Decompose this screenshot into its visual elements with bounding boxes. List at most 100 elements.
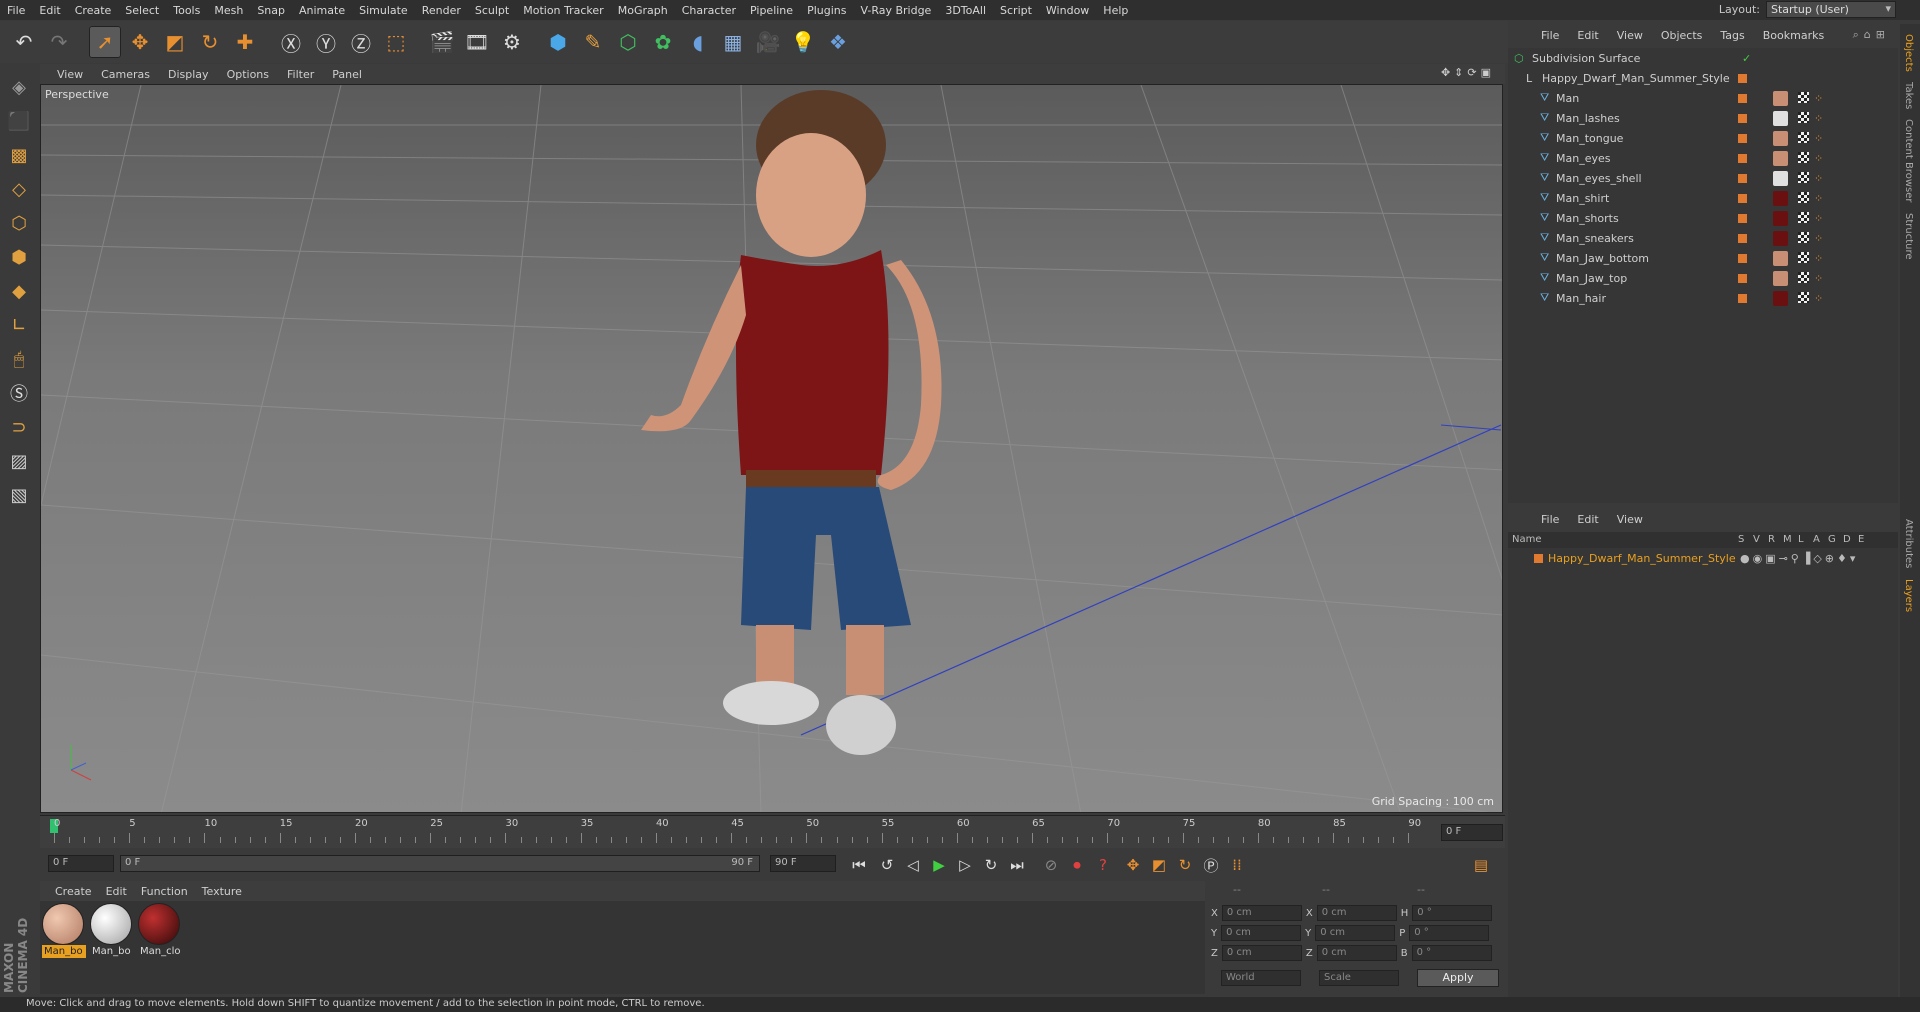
search-icon[interactable]: ⌕⌂⊞	[1853, 28, 1890, 42]
material-tag-icon[interactable]	[1773, 250, 1788, 266]
selection-tag-icon[interactable]: ⁘	[1814, 92, 1823, 105]
material-item[interactable]: Man_clo	[138, 903, 182, 963]
viewport-perspective[interactable]: Perspective Grid Spacing : 100 cm	[40, 84, 1503, 813]
rotation-p-field[interactable]: 0 °	[1409, 925, 1490, 941]
tab-attributes[interactable]: Attributes	[1903, 519, 1914, 568]
layout-dropdown[interactable]: Startup (User)	[1766, 1, 1896, 18]
material-tag-icon[interactable]	[1773, 290, 1788, 306]
autokey-icon[interactable]: ?	[1092, 854, 1114, 876]
timeline-icon[interactable]: ▤	[1470, 854, 1492, 876]
layer-color-icon[interactable]	[1738, 133, 1747, 143]
selection-tag-icon[interactable]: ⁘	[1814, 252, 1823, 265]
objects-menu-tags[interactable]: Tags	[1711, 29, 1753, 42]
record-icon[interactable]: ⏺	[1066, 854, 1088, 876]
goto-end-icon[interactable]: ⏭	[1006, 854, 1028, 876]
layer-color-icon[interactable]	[1738, 253, 1747, 263]
current-frame-field[interactable]: 0 F	[1441, 824, 1503, 841]
prev-frame-icon[interactable]: ◁	[902, 854, 924, 876]
undo-icon[interactable]: ↶	[8, 26, 40, 58]
selection-tag-icon[interactable]: ⁘	[1814, 152, 1823, 165]
tree-row-object[interactable]: ⛛ Man_shirt ⁘	[1508, 188, 1898, 208]
tweak-mode-icon[interactable]: 🖱	[4, 344, 34, 374]
key-point-icon[interactable]: ⁞⁞	[1226, 854, 1248, 876]
pen-icon[interactable]: ✎	[577, 26, 609, 58]
uv-tag-icon[interactable]	[1798, 92, 1809, 103]
next-frame-icon[interactable]: ▷	[954, 854, 976, 876]
menu-edit[interactable]: Edit	[32, 4, 67, 17]
material-tag-icon[interactable]	[1773, 190, 1788, 206]
menu-render[interactable]: Render	[415, 4, 468, 17]
menu-motion-tracker[interactable]: Motion Tracker	[516, 4, 610, 17]
workplane-lock-icon[interactable]: ▧	[4, 480, 34, 510]
material-tag-icon[interactable]	[1773, 230, 1788, 246]
model-mode-icon[interactable]: ⬛	[4, 106, 34, 136]
key-position-icon[interactable]: ✥	[1122, 854, 1144, 876]
layers-menu-edit[interactable]: Edit	[1568, 513, 1607, 526]
floor-icon[interactable]: ▦	[717, 26, 749, 58]
tree-row-object[interactable]: ⛛ Man_shorts ⁘	[1508, 208, 1898, 228]
objects-menu-file[interactable]: File	[1532, 29, 1568, 42]
menu-mesh[interactable]: Mesh	[207, 4, 250, 17]
size-x-field[interactable]: 0 cm	[1316, 905, 1397, 921]
layer-color-icon[interactable]	[1738, 213, 1747, 223]
menu-snap[interactable]: Snap	[250, 4, 292, 17]
position-y-field[interactable]: 0 cm	[1221, 925, 1302, 941]
tree-row-object[interactable]: ⛛ Man_tongue ⁘	[1508, 128, 1898, 148]
viewport-menu-filter[interactable]: Filter	[278, 68, 323, 81]
menu-character[interactable]: Character	[675, 4, 743, 17]
scale-tool-icon[interactable]: ◩	[159, 26, 191, 58]
menu-tools[interactable]: Tools	[166, 4, 207, 17]
selection-tag-icon[interactable]: ⁘	[1814, 232, 1823, 245]
selection-tag-icon[interactable]: ⁘	[1814, 212, 1823, 225]
layer-color-icon[interactable]	[1738, 113, 1747, 123]
end-frame-field[interactable]: 90 F	[770, 855, 836, 872]
viewport-menu-cameras[interactable]: Cameras	[92, 68, 159, 81]
goto-start-icon[interactable]: ⏮	[848, 854, 870, 876]
texture-mode-icon[interactable]: ▩	[4, 140, 34, 170]
selection-tag-icon[interactable]: ⁘	[1814, 292, 1823, 305]
start-frame-field[interactable]: 0 F	[48, 855, 114, 872]
size-y-field[interactable]: 0 cm	[1315, 925, 1396, 941]
menu-simulate[interactable]: Simulate	[352, 4, 415, 17]
layers-menu-view[interactable]: View	[1608, 513, 1652, 526]
viewport-menu-options[interactable]: Options	[218, 68, 278, 81]
size-z-field[interactable]: 0 cm	[1316, 945, 1397, 961]
objects-menu-objects[interactable]: Objects	[1652, 29, 1712, 42]
material-tag-icon[interactable]	[1773, 90, 1788, 106]
menu-mograph[interactable]: MoGraph	[611, 4, 675, 17]
tree-row-subdivision[interactable]: ⬡ Subdivision Surface ✓	[1508, 48, 1898, 68]
menu-plugins[interactable]: Plugins	[800, 4, 853, 17]
layer-color-icon[interactable]	[1738, 73, 1747, 83]
tree-row-object[interactable]: ⛛ Man_Jaw_top ⁘	[1508, 268, 1898, 288]
material-tag-icon[interactable]	[1773, 210, 1788, 226]
position-z-field[interactable]: 0 cm	[1221, 945, 1302, 961]
timeline-ruler[interactable]: 0 5 10 15 20 25 30 35 40 45 50 55 60 65 70 75 80 85 90 0 F	[40, 815, 1505, 848]
play-icon[interactable]: ▶	[928, 854, 950, 876]
menu-select[interactable]: Select	[118, 4, 166, 17]
tab-content-browser[interactable]: Content Browser	[1903, 119, 1914, 202]
viewport-menu-display[interactable]: Display	[159, 68, 218, 81]
uv-tag-icon[interactable]	[1798, 132, 1809, 143]
layer-color-icon[interactable]	[1738, 153, 1747, 163]
menu-script[interactable]: Script	[993, 4, 1039, 17]
cube-icon[interactable]: ⬢	[542, 26, 574, 58]
y-axis-icon[interactable]: Ⓨ	[310, 26, 342, 58]
menu-pipeline[interactable]: Pipeline	[743, 4, 800, 17]
uv-tag-icon[interactable]	[1798, 152, 1809, 163]
render-picture-viewer-icon[interactable]: 🎞	[461, 26, 493, 58]
tree-row-object[interactable]: ⛛ Man_eyes ⁘	[1508, 148, 1898, 168]
snap-icon[interactable]: ▨	[4, 446, 34, 476]
python-icon[interactable]: ❖	[822, 26, 854, 58]
menu-help[interactable]: Help	[1096, 4, 1135, 17]
layer-toggle-icons[interactable]: ●◉▣⊸⚲▐◇⊕♦▾	[1740, 552, 1858, 565]
selection-tag-icon[interactable]: ⁘	[1814, 172, 1823, 185]
prev-key-icon[interactable]: ↺	[876, 854, 898, 876]
axis-mode-icon[interactable]: ∟	[4, 310, 34, 340]
objects-menu-edit[interactable]: Edit	[1568, 29, 1607, 42]
material-menu-function[interactable]: Function	[134, 885, 195, 898]
uv-tag-icon[interactable]	[1798, 212, 1809, 223]
z-axis-icon[interactable]: Ⓩ	[345, 26, 377, 58]
workplane-icon[interactable]: ◇	[4, 174, 34, 204]
objects-menu-bookmarks[interactable]: Bookmarks	[1754, 29, 1833, 42]
material-item[interactable]: Man_bo	[42, 903, 86, 963]
